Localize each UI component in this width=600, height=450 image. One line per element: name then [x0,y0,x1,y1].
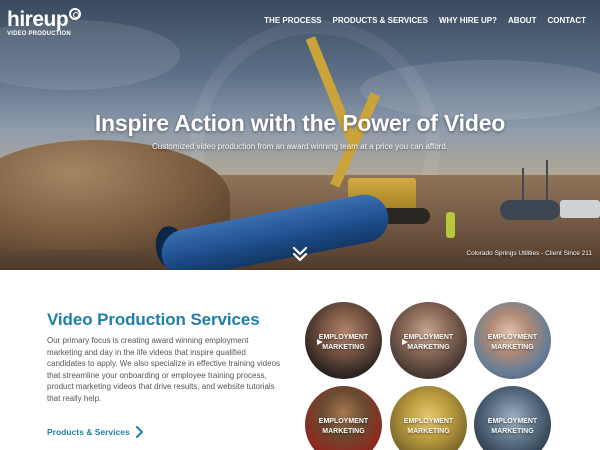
logo-circle-icon [69,8,81,20]
services-body: Our primary focus is creating award winn… [47,336,281,403]
hero-worker [446,212,455,238]
nav-contact[interactable]: CONTACT [547,16,586,25]
video-tile[interactable]: EMPLOYMENT MARKETING [305,386,382,450]
double-chevron-down-icon[interactable] [290,244,310,264]
video-tile[interactable]: EMPLOYMENT MARKETING [305,302,382,379]
logo-tagline: VIDEO PRODUCTION [7,31,71,37]
products-services-link-label: Products & Services [47,427,130,437]
hero-caption: Colorado Springs Utilities - Client Sinc… [466,250,592,257]
hero-subtitle: Customized video production from an awar… [151,142,448,151]
video-tile-label: EMPLOYMENT MARKETING [487,334,538,351]
nav-about[interactable]: ABOUT [508,16,536,25]
nav-products-services[interactable]: PRODUCTS & SERVICES [333,16,428,25]
logo-wordmark: hireup [7,8,69,31]
hero-title: Inspire Action with the Power of Video [94,110,506,136]
video-tile-label: EMPLOYMENT MARKETING [487,418,538,435]
hero-truck [560,200,600,218]
video-tile[interactable]: EMPLOYMENT MARKETING [390,386,467,450]
nav-why-hire-up[interactable]: WHY HIRE UP? [439,16,497,25]
video-tile[interactable]: EMPLOYMENT MARKETING [474,386,551,450]
video-tile[interactable]: EMPLOYMENT MARKETING [390,302,467,379]
chevron-right-icon [135,426,143,438]
services-heading: Video Production Services [47,310,260,329]
video-tile-label: EMPLOYMENT MARKETING [403,418,454,435]
video-tile-label: EMPLOYMENT MARKETING [403,334,454,351]
hero-tank [500,200,560,220]
video-tile[interactable]: EMPLOYMENT MARKETING [474,302,551,379]
hero-banner: hireup VIDEO PRODUCTION THE PROCESS PROD… [0,0,600,270]
video-tile-label: EMPLOYMENT MARKETING [318,418,369,435]
nav-the-process[interactable]: THE PROCESS [264,16,321,25]
video-tile-label: EMPLOYMENT MARKETING [318,334,369,351]
site-logo[interactable]: hireup VIDEO PRODUCTION [7,8,81,37]
main-nav: THE PROCESS PRODUCTS & SERVICES WHY HIRE… [264,16,586,25]
products-services-link[interactable]: Products & Services [47,426,143,438]
